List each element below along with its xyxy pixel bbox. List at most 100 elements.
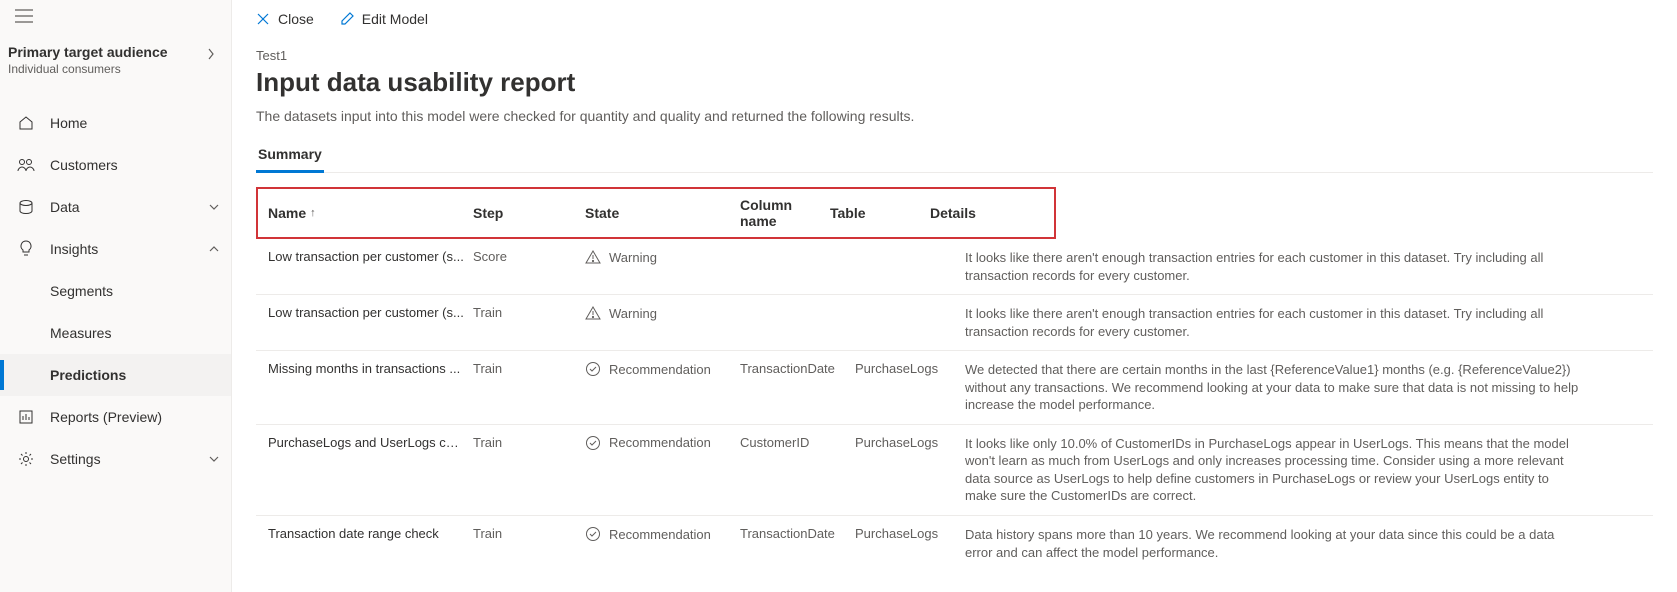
nav-label: Measures	[50, 325, 111, 341]
cell-name: PurchaseLogs and UserLogs cus...	[268, 435, 473, 450]
cell-details: It looks like there aren't enough transa…	[965, 249, 1641, 284]
report-table: Name ↑ Step State Column name Table Deta…	[256, 187, 1653, 571]
sidebar-item-customers[interactable]: Customers	[0, 144, 231, 186]
hamburger-menu[interactable]	[0, 0, 48, 32]
insights-icon	[16, 240, 36, 258]
close-button[interactable]: Close	[246, 7, 324, 31]
command-bar: Close Edit Model	[232, 0, 1677, 38]
col-header-label: Column name	[740, 197, 830, 229]
nav-label: Data	[50, 199, 209, 215]
close-label: Close	[278, 11, 314, 27]
cell-state-text: Recommendation	[609, 362, 711, 377]
nav-label: Insights	[50, 241, 209, 257]
cell-details: Data history spans more than 10 years. W…	[965, 526, 1641, 561]
cell-details: We detected that there are certain month…	[965, 361, 1641, 414]
cell-column: CustomerID	[740, 435, 855, 450]
tab-summary[interactable]: Summary	[256, 138, 324, 172]
cell-state: Recommendation	[585, 435, 740, 451]
sidebar-item-reports[interactable]: Reports (Preview)	[0, 396, 231, 438]
table-row[interactable]: PurchaseLogs and UserLogs cus...Train Rec…	[256, 425, 1653, 516]
chevron-right-icon	[207, 44, 215, 60]
breadcrumb: Test1	[256, 48, 1653, 63]
nav: Home Customers Data Insights	[0, 102, 231, 480]
nav-label: Settings	[50, 451, 209, 467]
nav-label: Predictions	[50, 367, 126, 383]
cell-name: Low transaction per customer (s...	[268, 249, 473, 264]
col-header-label: Table	[830, 205, 866, 221]
table-body: Low transaction per customer (s...Score W…	[256, 239, 1653, 571]
cell-table: PurchaseLogs	[855, 361, 965, 376]
sidebar-item-predictions[interactable]: Predictions	[0, 354, 231, 396]
nav-label: Customers	[50, 157, 219, 173]
warning-icon	[585, 305, 601, 321]
table-row[interactable]: Missing months in transactions ...Train R…	[256, 351, 1653, 425]
edit-model-label: Edit Model	[362, 11, 428, 27]
cell-state-text: Warning	[609, 250, 657, 265]
check-circle-icon	[585, 361, 601, 377]
reports-icon	[16, 409, 36, 425]
tab-label: Summary	[258, 146, 322, 162]
sidebar-item-insights[interactable]: Insights	[0, 228, 231, 270]
edit-icon	[340, 12, 354, 26]
cell-details: It looks like there aren't enough transa…	[965, 305, 1641, 340]
cell-state: Warning	[585, 305, 740, 321]
data-icon	[16, 199, 36, 215]
sidebar-item-home[interactable]: Home	[0, 102, 231, 144]
cell-state: Recommendation	[585, 526, 740, 542]
table-row[interactable]: Low transaction per customer (s...TrainW…	[256, 295, 1653, 351]
cell-table: PurchaseLogs	[855, 526, 965, 541]
sidebar: Primary target audience Individual consu…	[0, 0, 232, 592]
edit-model-button[interactable]: Edit Model	[330, 7, 438, 31]
content: Test1 Input data usability report The da…	[232, 38, 1677, 571]
table-row[interactable]: Transaction date range checkTrain Recomme…	[256, 516, 1653, 571]
cell-step: Train	[473, 361, 585, 376]
cell-state-text: Warning	[609, 306, 657, 321]
cell-column: TransactionDate	[740, 361, 855, 376]
nav-label: Home	[50, 115, 219, 131]
table-row[interactable]: Low transaction per customer (s...Score W…	[256, 239, 1653, 295]
col-header-label: State	[585, 205, 619, 221]
col-header-column[interactable]: Column name	[740, 197, 830, 229]
col-header-table[interactable]: Table	[830, 205, 930, 221]
audience-title: Primary target audience	[8, 44, 168, 60]
cell-state-text: Recommendation	[609, 527, 711, 542]
nav-label: Segments	[50, 283, 113, 299]
col-header-step[interactable]: Step	[473, 205, 585, 221]
table-header-row: Name ↑ Step State Column name Table Deta…	[256, 187, 1056, 239]
col-header-name[interactable]: Name ↑	[268, 205, 473, 221]
sidebar-item-segments[interactable]: Segments	[0, 270, 231, 312]
tabs: Summary	[256, 138, 1653, 173]
col-header-details[interactable]: Details	[930, 205, 1044, 221]
cell-step: Train	[473, 305, 585, 320]
sidebar-item-data[interactable]: Data	[0, 186, 231, 228]
cell-step: Score	[473, 249, 585, 264]
cell-name: Missing months in transactions ...	[268, 361, 473, 376]
cell-details: It looks like only 10.0% of CustomerIDs …	[965, 435, 1641, 505]
check-circle-icon	[585, 435, 601, 451]
audience-selector[interactable]: Primary target audience Individual consu…	[0, 32, 231, 84]
sidebar-item-settings[interactable]: Settings	[0, 438, 231, 480]
col-header-state[interactable]: State	[585, 205, 740, 221]
home-icon	[16, 115, 36, 131]
gear-icon	[16, 451, 36, 467]
warning-icon	[585, 249, 601, 265]
close-icon	[256, 12, 270, 26]
page-title: Input data usability report	[256, 67, 1653, 98]
col-header-label: Details	[930, 205, 976, 221]
cell-state-text: Recommendation	[609, 435, 711, 450]
col-header-label: Name	[268, 205, 306, 221]
sort-asc-icon: ↑	[310, 207, 316, 219]
cell-state: Recommendation	[585, 361, 740, 377]
audience-subtitle: Individual consumers	[8, 62, 168, 76]
main: Close Edit Model Test1 Input data usabil…	[232, 0, 1677, 592]
cell-step: Train	[473, 526, 585, 541]
cell-name: Transaction date range check	[268, 526, 473, 541]
cell-column: TransactionDate	[740, 526, 855, 541]
customers-icon	[16, 157, 36, 173]
nav-label: Reports (Preview)	[50, 409, 219, 425]
col-header-label: Step	[473, 205, 503, 221]
sidebar-item-measures[interactable]: Measures	[0, 312, 231, 354]
cell-step: Train	[473, 435, 585, 450]
chevron-down-icon	[209, 456, 219, 462]
chevron-down-icon	[209, 204, 219, 210]
